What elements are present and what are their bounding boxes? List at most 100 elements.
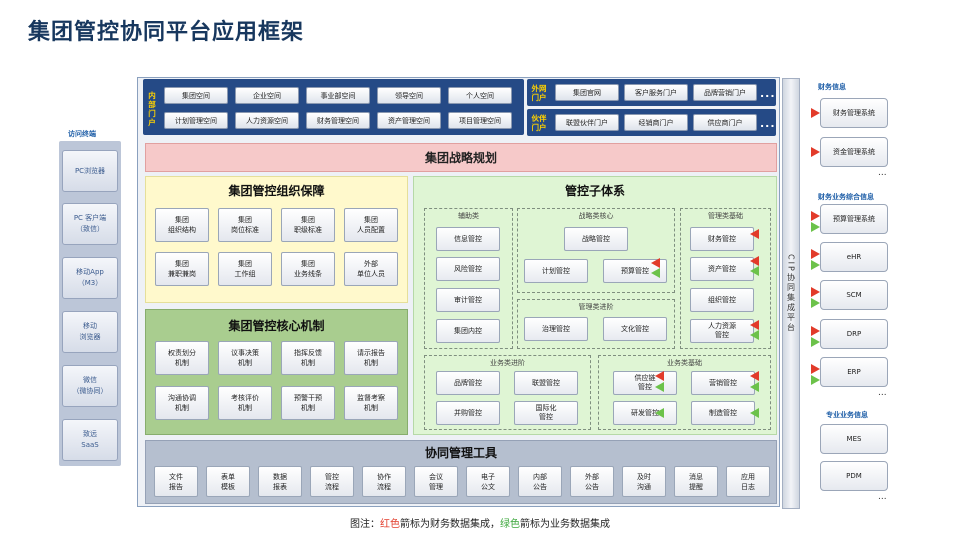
control-item[interactable]: 供应链 管控 (613, 371, 677, 395)
org-item[interactable]: 集团 职级标准 (281, 208, 335, 242)
mechanism-item[interactable]: 预警干预 机制 (281, 386, 335, 420)
portal-plan-space[interactable]: 计划管理空间 (164, 112, 228, 129)
finance-flag-icon (811, 249, 820, 259)
org-item[interactable]: 集团 兼职兼岗 (155, 252, 209, 286)
access-pc-client[interactable]: PC 客户端 （致信） (62, 203, 118, 245)
mechanism-item[interactable]: 权责划分 机制 (155, 341, 209, 375)
control-item[interactable]: 审计管控 (436, 288, 500, 312)
org-item[interactable]: 集团 工作组 (218, 252, 272, 286)
control-item[interactable]: 营销管控 (691, 371, 755, 395)
org-item[interactable]: 集团 岗位标准 (218, 208, 272, 242)
control-item[interactable]: 国际化 管控 (514, 401, 578, 425)
group-strategy-bar[interactable]: 集团战略规划 (145, 143, 777, 172)
tool-item[interactable]: 消息 提醒 (674, 466, 718, 497)
finance-flag-icon (750, 229, 759, 239)
tool-item[interactable]: 数据 报表 (258, 466, 302, 497)
business-flag-icon (811, 337, 820, 347)
portal-customer-service[interactable]: 客户服务门户 (624, 84, 688, 101)
control-item[interactable]: 人力资源 管控 (690, 319, 754, 343)
tool-item[interactable]: 外部 公告 (570, 466, 614, 497)
system-ehr[interactable]: eHR (820, 242, 888, 272)
org-item[interactable]: 集团 人员配置 (344, 208, 398, 242)
portal-hr-space[interactable]: 人力资源空间 (235, 112, 299, 129)
portal-supplier[interactable]: 供应商门户 (693, 114, 757, 131)
system-budget-mgmt[interactable]: 预算管理系统 (820, 204, 888, 234)
finance-flag-icon (655, 371, 664, 381)
system-scm[interactable]: SCM (820, 280, 888, 310)
outer-portal-bar: 外网 门户 集团官网 客户服务门户 品牌营销门户 ... (527, 79, 776, 106)
control-item[interactable]: 组织管控 (690, 288, 754, 312)
portal-personal-space[interactable]: 个人空间 (448, 87, 512, 104)
org-item[interactable]: 外部 单位人员 (344, 252, 398, 286)
portal-brand-marketing[interactable]: 品牌营销门户 (693, 84, 757, 101)
inner-portal-label: 内部 门户 (148, 91, 156, 127)
mechanism-item[interactable]: 议事决策 机制 (218, 341, 272, 375)
portal-division-space[interactable]: 事业部空间 (306, 87, 370, 104)
system-finance-mgmt[interactable]: 财务管理系统 (820, 98, 888, 128)
mechanism-item[interactable]: 沟通协调 机制 (155, 386, 209, 420)
mechanism-item[interactable]: 监督考察 机制 (344, 386, 398, 420)
business-flag-icon (750, 408, 759, 418)
portal-enterprise-space[interactable]: 企业空间 (235, 87, 299, 104)
control-item[interactable]: 战略管控 (564, 227, 628, 251)
biz-more: ... (878, 388, 887, 398)
control-item[interactable]: 制造管控 (691, 401, 755, 425)
access-terminal-column: PC浏览器 PC 客户端 （致信） 移动App （M3） 移动 浏览器 微信 （… (59, 141, 121, 466)
tool-item[interactable]: 内部 公告 (518, 466, 562, 497)
mechanism-item[interactable]: 指挥反馈 机制 (281, 341, 335, 375)
biz-finance-info-label: 财务业务综合信息 (818, 193, 874, 201)
control-item[interactable]: 并购管控 (436, 401, 500, 425)
tool-item[interactable]: 电子 公文 (466, 466, 510, 497)
system-pdm[interactable]: PDM (820, 461, 888, 491)
control-item[interactable]: 联盟管控 (514, 371, 578, 395)
tool-item[interactable]: 文件 报告 (154, 466, 198, 497)
access-mobile-app[interactable]: 移动App （M3） (62, 257, 118, 299)
portal-asset-space[interactable]: 资产管理空间 (377, 112, 441, 129)
business-flag-icon (750, 382, 759, 392)
portal-project-space[interactable]: 项目管理空间 (448, 112, 512, 129)
caption-suffix: 箭标为业务数据集成 (520, 519, 610, 530)
portal-group-website[interactable]: 集团官网 (555, 84, 619, 101)
control-item[interactable]: 计划管控 (524, 259, 588, 283)
mechanism-panel-title: 集团管控核心机制 (228, 319, 325, 333)
tool-item[interactable]: 管控 流程 (310, 466, 354, 497)
control-item[interactable]: 文化管控 (603, 317, 667, 341)
org-item[interactable]: 集团 组织结构 (155, 208, 209, 242)
business-flag-icon (750, 266, 759, 276)
portal-finance-space[interactable]: 财务管理空间 (306, 112, 370, 129)
tool-item[interactable]: 及时 沟通 (622, 466, 666, 497)
system-erp[interactable]: ERP (820, 357, 888, 387)
group-management-advanced-label: 管理类进阶 (578, 303, 614, 311)
portal-leader-space[interactable]: 领导空间 (377, 87, 441, 104)
tool-item[interactable]: 协作 流程 (362, 466, 406, 497)
control-item[interactable]: 集团内控 (436, 319, 500, 343)
tool-item[interactable]: 应用 日志 (726, 466, 770, 497)
mechanism-item[interactable]: 考核评价 机制 (218, 386, 272, 420)
access-pc-browser[interactable]: PC浏览器 (62, 150, 118, 192)
business-flag-icon (811, 298, 820, 308)
portal-alliance-partner[interactable]: 联盟伙伴门户 (555, 114, 619, 131)
control-item[interactable]: 信息管控 (436, 227, 500, 251)
control-item[interactable]: 资产管控 (690, 257, 754, 281)
system-fund-mgmt[interactable]: 资金管理系统 (820, 137, 888, 167)
tool-item[interactable]: 会议 管理 (414, 466, 458, 497)
legend-caption: 图注：红色箭标为财务数据集成，绿色箭标为业务数据集成 (0, 515, 960, 530)
access-wechat[interactable]: 微信 （微协同） (62, 365, 118, 407)
control-item[interactable]: 品牌管控 (436, 371, 500, 395)
portal-group-space[interactable]: 集团空间 (164, 87, 228, 104)
control-item[interactable]: 研发管控 (613, 401, 677, 425)
mechanism-item[interactable]: 请示报告 机制 (344, 341, 398, 375)
finance-flag-icon (651, 258, 660, 268)
system-mes[interactable]: MES (820, 424, 888, 454)
finance-flag-icon (750, 371, 759, 381)
system-drp[interactable]: DRP (820, 319, 888, 349)
org-item[interactable]: 集团 业务线条 (281, 252, 335, 286)
portal-dealer[interactable]: 经销商门户 (624, 114, 688, 131)
tool-item[interactable]: 表单 模板 (206, 466, 250, 497)
control-item[interactable]: 财务管控 (690, 227, 754, 251)
finance-flag-icon (811, 326, 820, 336)
access-saas[interactable]: 致远 SaaS (62, 419, 118, 461)
access-mobile-browser[interactable]: 移动 浏览器 (62, 311, 118, 353)
control-item[interactable]: 治理管控 (524, 317, 588, 341)
control-item[interactable]: 风险管控 (436, 257, 500, 281)
